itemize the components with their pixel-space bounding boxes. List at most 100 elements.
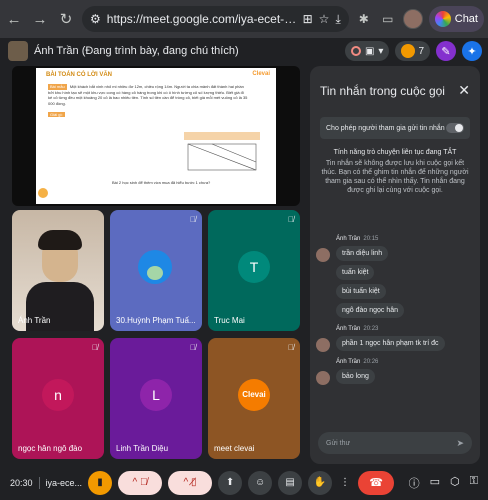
extension-icon[interactable]: ⊞	[303, 12, 313, 26]
allow-messages-label: Cho phép người tham gia gửi tin nhắn	[326, 124, 445, 132]
allow-messages-toggle[interactable]	[446, 123, 464, 133]
participant-tile[interactable]: 🎙̸ T Truc Mai	[208, 210, 300, 331]
sender-name: Ánh Trần	[336, 236, 361, 242]
meeting-code: iya-ece...	[45, 477, 83, 488]
shared-slide: BÀI TOÁN CÓ LỜI VĂN Clevai Bài mẫu Một k…	[36, 68, 276, 204]
profile-avatar[interactable]	[402, 9, 423, 29]
mic-toggle-button[interactable]: ^ 🎙̸	[118, 470, 163, 495]
extensions-icon[interactable]: ✱	[355, 10, 373, 28]
slide-diagram	[184, 132, 260, 171]
slide-problem: Bài mẫu Một khách bắt xinh nhỏ mi nhiều …	[48, 84, 248, 117]
message-bubble[interactable]: trần diệu linh	[336, 246, 389, 261]
participant-name: Truc Mai	[214, 316, 245, 325]
message-group: Ánh Trần 20:26 bảo long	[316, 359, 474, 385]
meet-header: Ánh Trần (Đang trình bày, đang chú thích…	[8, 40, 482, 62]
message-bubble[interactable]: bảo long	[336, 369, 375, 384]
present-icon: ⬆	[225, 477, 235, 488]
chat-input-placeholder: Gửi thư	[326, 439, 351, 447]
mic-muted-icon: 🎙̸	[288, 215, 294, 224]
message-bubble[interactable]: bùi tuấn kiệt	[336, 284, 386, 299]
camera-off-icon: ▯̸	[191, 477, 197, 488]
activities-icon[interactable]: ⬡	[450, 475, 460, 491]
chat-panel: Tin nhắn trong cuộc gọi ✕ Cho phép người…	[310, 66, 480, 464]
info-icon[interactable]: ⓘ	[409, 475, 420, 491]
sender-name: Ánh Trần	[336, 359, 361, 365]
participant-count: 7	[418, 45, 424, 57]
clock: 20:30	[10, 477, 33, 488]
back-icon[interactable]: ←	[4, 9, 24, 29]
message-time: 20:26	[363, 359, 379, 365]
present-screen-button[interactable]: ⬆	[218, 470, 243, 495]
participant-tile[interactable]: 🎙̸ n ngọc hân ngô đào	[12, 338, 104, 459]
url-text: https://meet.google.com/iya-ecet-gjs?pli…	[106, 12, 297, 26]
notice-body: Tin nhắn sẽ không được lưu khi cuộc gọi …	[321, 160, 469, 194]
leave-call-button[interactable]: ☎	[358, 470, 395, 495]
gemini-icon[interactable]: ✦	[462, 41, 482, 61]
slide-question: Bài 2 học sinh để thêm vừa mua đã hiểu b…	[112, 180, 211, 185]
chat-notice: Tính năng trò chuyện liên tục đang TẮT T…	[320, 149, 470, 195]
mic-muted-icon: 🎙̸	[92, 343, 98, 352]
camera-feed	[12, 210, 104, 331]
end-call-icon: ☎	[369, 477, 383, 489]
sender-avatar	[316, 371, 330, 385]
divider	[38, 476, 40, 489]
avatar	[138, 250, 172, 284]
person-hair	[38, 230, 82, 250]
camera-toggle-button[interactable]: ^ ▯̸	[168, 470, 213, 495]
call-controls: 20:30 iya-ece... ▮ ^ 🎙̸ ^ ▯̸ ⬆ ☺ ▤ ✋ ⋮ ☎…	[0, 465, 488, 500]
more-options-button[interactable]: ⋮	[338, 471, 352, 495]
host-controls-icon[interactable]: ⚿	[470, 475, 478, 491]
participants-button[interactable]: 7	[395, 41, 430, 61]
emoji-button[interactable]: ☺	[248, 470, 273, 495]
avatar-letter: n	[42, 378, 74, 411]
participant-name: Ánh Trần	[18, 316, 51, 325]
gemini-icon	[434, 11, 451, 27]
gemini-chat-button[interactable]: Chat	[428, 6, 484, 32]
slide-title: BÀI TOÁN CÓ LỜI VĂN	[46, 72, 113, 78]
allow-messages-row: Cho phép người tham gia gửi tin nhắn	[320, 117, 470, 139]
participant-name: ngọc hân ngô đào	[18, 444, 83, 453]
more-vert-icon: ⋮	[340, 477, 351, 488]
message-group: Ánh Trần 20:23 phần 1 ngọc hân phạm tk tr…	[316, 326, 474, 352]
slide-mascot-icon	[38, 188, 48, 198]
raise-hand-button[interactable]: ✋	[308, 470, 333, 495]
site-info-icon[interactable]: ⚙	[90, 12, 101, 26]
pen-icon[interactable]: ✎	[436, 41, 456, 61]
participant-tile[interactable]: 🎙̸ L Linh Trần Diệu	[110, 338, 202, 459]
sender-avatar	[316, 338, 330, 352]
participant-faces-icon	[401, 44, 416, 58]
clevai-app-icon[interactable]: ▮	[88, 470, 113, 495]
slide-tag-2: Giải gì:	[48, 111, 65, 117]
presenter-avatar	[8, 41, 28, 61]
message-bubble[interactable]: phần 1 ngọc hân phạm tk trí đc	[336, 336, 445, 351]
message-bubble[interactable]: ngô đào ngọc hân	[336, 303, 405, 318]
close-icon[interactable]: ✕	[458, 82, 470, 99]
forward-icon[interactable]: →	[30, 9, 50, 29]
sidebar-icon[interactable]: ▭	[379, 10, 397, 28]
address-bar[interactable]: ⚙ https://meet.google.com/iya-ecet-gjs?p…	[82, 6, 349, 32]
participant-tile[interactable]: 🎙̸ 30.Huỳnh Phạm Tuấ...	[110, 210, 202, 331]
mic-muted-icon: 🎙̸	[190, 215, 196, 224]
chevron-up-icon: ^	[132, 477, 138, 488]
chat-input[interactable]: Gửi thư ➤	[318, 432, 472, 454]
notice-heading: Tính năng trò chuyện liên tục đang TẮT	[333, 149, 457, 156]
star-icon[interactable]: ☆	[319, 12, 330, 26]
participant-tile[interactable]: 🎙̸ Clevai meet clevai	[208, 338, 300, 459]
reload-icon[interactable]: ↻	[56, 9, 76, 29]
chat-icon[interactable]: ▭	[430, 475, 440, 491]
emoji-icon: ☺	[254, 477, 266, 488]
message-bubble[interactable]: tuấn kiệt	[336, 265, 375, 280]
captions-button[interactable]: ▤	[278, 470, 303, 495]
avatar-letter: Clevai	[238, 378, 270, 411]
chevron-down-icon: ▾	[378, 45, 384, 57]
annotation-control[interactable]: ▣ ▾	[344, 41, 390, 61]
chevron-up-icon: ^	[183, 477, 189, 488]
presenter-status: Ánh Trần (Đang trình bày, đang chú thích…	[34, 45, 239, 57]
participant-tile[interactable]: Ánh Trần	[12, 210, 104, 331]
slide-logo: Clevai	[252, 71, 270, 77]
download-icon[interactable]: ⤓	[335, 12, 340, 27]
send-icon[interactable]: ➤	[456, 438, 464, 449]
message-time: 20:23	[363, 326, 379, 332]
participant-name: meet clevai	[214, 444, 255, 453]
slide-problem-text: Một khách bắt xinh nhỏ mi nhiều đơ 12m, …	[48, 84, 248, 106]
